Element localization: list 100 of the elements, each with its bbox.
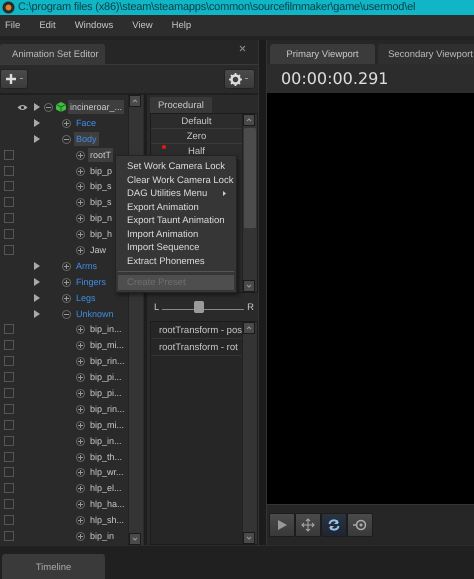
checkbox[interactable] <box>4 166 14 176</box>
checkbox[interactable] <box>4 436 14 446</box>
tree-item[interactable]: bip_s <box>88 195 114 210</box>
scroll-up-icon[interactable] <box>243 322 255 334</box>
tree-item[interactable]: bip_mi... <box>88 418 126 432</box>
close-icon[interactable] <box>239 45 246 52</box>
expand-icon[interactable] <box>76 404 85 414</box>
menu-item[interactable]: DAG Utilities Menu <box>116 187 236 200</box>
checkbox[interactable] <box>4 356 14 366</box>
expand-icon[interactable] <box>76 436 85 446</box>
tree-item[interactable]: bip_n <box>88 211 114 226</box>
panel-tab[interactable]: Animation Set Editor <box>0 44 105 64</box>
expand-icon[interactable] <box>76 166 85 176</box>
tree-item[interactable]: Legs <box>74 290 98 305</box>
scroll-down-icon[interactable] <box>243 532 255 544</box>
checkbox[interactable] <box>4 515 14 526</box>
procedural-tab[interactable]: Procedural <box>150 97 212 113</box>
tree-item[interactable]: bip_in... <box>88 434 124 448</box>
expand-icon[interactable] <box>76 182 85 192</box>
checkbox[interactable] <box>4 324 14 334</box>
preset-item[interactable]: Half <box>188 146 205 156</box>
expand-icon[interactable] <box>76 325 85 334</box>
tree-item[interactable]: hlp_el... <box>88 481 124 496</box>
expand-icon[interactable] <box>76 468 85 478</box>
collapse-icon[interactable] <box>62 134 71 144</box>
tree-item[interactable]: Arms <box>74 258 99 273</box>
settings-button[interactable] <box>224 69 255 89</box>
tool-button[interactable] <box>347 513 373 537</box>
slider-thumb[interactable] <box>194 301 204 313</box>
checkbox[interactable] <box>4 340 14 350</box>
checkbox[interactable] <box>4 245 14 256</box>
tree-item[interactable]: incineroar_... <box>68 100 124 114</box>
checkbox[interactable] <box>4 452 14 462</box>
menu-item[interactable]: Set Work Camera Lock <box>116 160 236 174</box>
menu-item[interactable]: Clear Work Camera Lock <box>116 174 236 187</box>
expand-icon[interactable] <box>62 118 71 128</box>
expand-icon[interactable] <box>76 452 85 462</box>
checkbox[interactable] <box>4 483 14 494</box>
expand-icon[interactable] <box>76 516 85 526</box>
tree-item[interactable]: bip_mi... <box>88 338 126 352</box>
expand-icon[interactable] <box>76 357 85 366</box>
expand-icon[interactable] <box>62 262 71 271</box>
expand-icon[interactable] <box>76 484 85 494</box>
checkbox[interactable] <box>4 499 14 510</box>
tree-item[interactable]: bip_in <box>88 529 116 544</box>
tool-button[interactable] <box>269 513 295 537</box>
checkbox[interactable] <box>4 213 14 224</box>
expand-icon[interactable] <box>76 214 85 224</box>
checkbox[interactable] <box>4 372 14 382</box>
expand-icon[interactable] <box>76 420 85 430</box>
tree-item[interactable]: bip_th... <box>88 450 124 464</box>
preset-item[interactable]: Zero <box>186 130 206 142</box>
checkbox[interactable] <box>4 229 14 240</box>
menu-item[interactable]: Import Animation <box>116 228 236 241</box>
tree-item[interactable]: Fingers <box>74 274 108 289</box>
scroll-thumb[interactable] <box>244 128 256 228</box>
eye-icon[interactable] <box>17 104 28 111</box>
add-button[interactable] <box>0 69 28 89</box>
viewport-tab[interactable]: Primary Viewport <box>270 44 375 64</box>
tree-item[interactable]: bip_in... <box>88 322 124 336</box>
expand-icon[interactable] <box>62 278 71 287</box>
expand-icon[interactable] <box>76 532 85 542</box>
tree-item[interactable]: Face <box>74 116 98 130</box>
tree-item[interactable]: Jaw <box>88 243 108 258</box>
checkbox[interactable] <box>4 404 14 414</box>
menu-item[interactable]: Import Sequence <box>116 241 236 254</box>
expand-icon[interactable] <box>76 341 85 350</box>
collapse-icon[interactable] <box>44 103 53 112</box>
tree-item[interactable]: bip_rin... <box>88 402 127 416</box>
tree-item[interactable]: hlp_sh... <box>88 513 126 528</box>
expand-icon[interactable] <box>76 389 85 398</box>
expand-icon[interactable] <box>76 230 85 240</box>
preset-item[interactable]: Default <box>181 116 212 126</box>
menu-item[interactable]: Windows <box>70 20 122 31</box>
expand-icon[interactable] <box>76 246 85 256</box>
scroll-down-icon[interactable] <box>129 533 141 545</box>
balance-slider[interactable] <box>162 301 244 313</box>
control-item[interactable]: rootTransform - pos <box>158 324 242 336</box>
tree-item[interactable]: hlp_ha... <box>88 497 127 512</box>
menu-item[interactable]: File <box>1 20 30 31</box>
menu-item[interactable]: View <box>128 20 162 31</box>
menu-item[interactable]: Extract Phonemes <box>116 254 236 268</box>
tool-button[interactable] <box>295 513 321 537</box>
tree-item[interactable]: hlp_wr... <box>88 465 126 480</box>
menu-item[interactable]: Help <box>168 20 200 31</box>
menu-item[interactable]: Export Animation <box>116 200 236 214</box>
scroll-down-icon[interactable] <box>243 280 255 292</box>
tree-item[interactable]: rootT <box>88 148 114 162</box>
checkbox[interactable] <box>4 197 14 208</box>
menu-item[interactable]: Edit <box>35 20 65 31</box>
collapse-icon[interactable] <box>62 310 71 319</box>
tree-item[interactable]: Unknown <box>74 306 116 321</box>
tree-item[interactable]: bip_pi... <box>88 370 124 384</box>
expand-icon[interactable] <box>62 294 71 303</box>
tree-item[interactable]: bip_p <box>88 164 114 178</box>
viewport-tab[interactable]: Secondary Viewport <box>378 44 474 64</box>
tree-item[interactable]: bip_s <box>88 179 114 194</box>
scroll-up-icon[interactable] <box>243 114 255 126</box>
checkbox[interactable] <box>4 181 14 192</box>
control-item[interactable]: rootTransform - rot <box>158 342 238 352</box>
